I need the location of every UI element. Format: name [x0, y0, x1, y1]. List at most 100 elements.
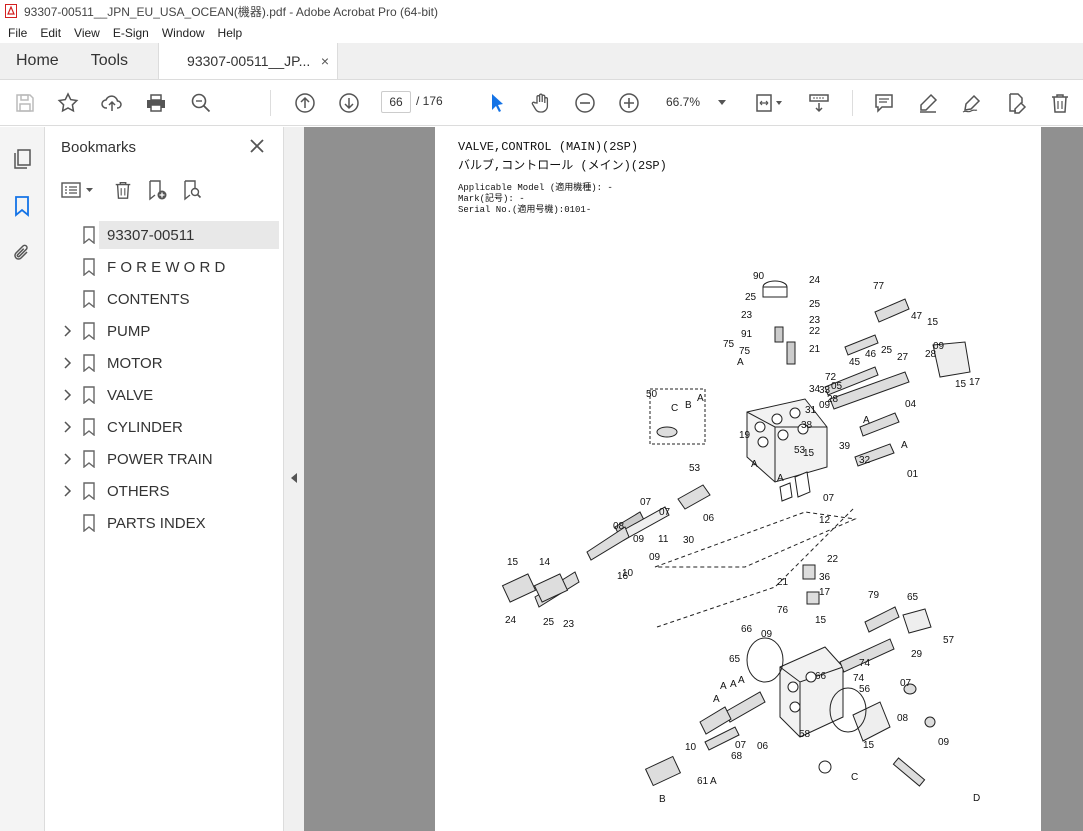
part-callout-number: 06: [757, 741, 769, 752]
highlight-pen-icon[interactable]: [915, 90, 941, 116]
menu-bar: File Edit View E-Sign Window Help: [0, 22, 1083, 43]
bookmark-label: MOTOR: [107, 354, 163, 372]
bookmark-options-icon[interactable]: [59, 177, 97, 203]
bookmark-icon: [77, 226, 101, 244]
tab-home[interactable]: Home: [0, 43, 75, 79]
comment-icon[interactable]: [871, 90, 897, 116]
chevron-right-icon[interactable]: [59, 421, 77, 433]
document-viewer[interactable]: VALVE,CONTROL (MAIN)(2SP) バルブ,コントロール (メイ…: [304, 127, 1083, 831]
bookmark-label: PARTS INDEX: [107, 514, 206, 532]
chevron-right-icon[interactable]: [59, 453, 77, 465]
part-callout-number: D: [973, 793, 980, 804]
bookmark-label: POWER TRAIN: [107, 450, 213, 468]
hand-tool-icon[interactable]: [528, 90, 554, 116]
delete-bookmark-icon[interactable]: [111, 177, 135, 203]
part-callout-number: 09: [819, 400, 831, 411]
collapse-panel-handle[interactable]: [284, 127, 304, 831]
part-callout-number: 23: [809, 315, 821, 326]
zoom-in-icon[interactable]: [616, 90, 642, 116]
part-callout-number: 09: [761, 629, 773, 640]
next-page-icon[interactable]: [336, 90, 362, 116]
part-callout-number: 58: [799, 729, 811, 740]
menu-view[interactable]: View: [66, 26, 105, 40]
part-callout-number: A: [737, 357, 744, 368]
menu-window[interactable]: Window: [154, 26, 210, 40]
page-thumbnails-icon[interactable]: [10, 147, 34, 171]
part-callout-number: 50: [646, 389, 658, 400]
part-callout-number: 25: [745, 292, 757, 303]
tab-tools[interactable]: Tools: [75, 43, 144, 79]
attachments-paperclip-icon[interactable]: [10, 241, 34, 265]
chevron-right-icon[interactable]: [59, 485, 77, 497]
bookmark-item[interactable]: F O R E W O R D: [59, 253, 279, 281]
part-callout-number: 65: [729, 654, 741, 665]
sign-pen-icon[interactable]: [959, 90, 985, 116]
part-callout-number: 22: [809, 326, 821, 337]
toolbar-divider: [270, 90, 271, 116]
zoom-level-select[interactable]: 66.7%: [662, 91, 730, 113]
part-callout-number: 09: [649, 552, 661, 563]
part-callout-number: 53: [794, 445, 806, 456]
bookmark-label: PUMP: [107, 322, 151, 340]
bookmark-item[interactable]: PARTS INDEX: [59, 509, 279, 537]
zoom-search-icon[interactable]: [188, 90, 214, 116]
chevron-right-icon[interactable]: [59, 389, 77, 401]
tab-document[interactable]: 93307-00511__JP... ×: [158, 43, 339, 79]
window-title: 93307-00511__JPN_EU_USA_OCEAN(機器).pdf - …: [24, 4, 438, 19]
bookmark-item[interactable]: VALVE: [59, 381, 279, 409]
left-navigation-rail: [0, 127, 45, 831]
menu-esign[interactable]: E-Sign: [105, 26, 154, 40]
title-bar: 93307-00511__JPN_EU_USA_OCEAN(機器).pdf - …: [0, 0, 1083, 22]
part-callout-number: 21: [777, 577, 789, 588]
page-number-input[interactable]: 66: [381, 91, 411, 113]
part-callout-number: 25: [881, 345, 893, 356]
bookmark-icon: [77, 450, 101, 468]
previous-page-icon[interactable]: [292, 90, 318, 116]
new-bookmark-icon[interactable]: [144, 177, 170, 203]
exploded-parts-diagram: 90 24252523 2391 22217747157575 464525270972…: [501, 271, 981, 805]
tab-close-icon[interactable]: ×: [321, 53, 329, 69]
part-callout-number: 09: [633, 534, 645, 545]
part-callout-number: 17: [969, 377, 981, 388]
save-icon[interactable]: [12, 90, 38, 116]
edit-pdf-icon[interactable]: [1003, 90, 1029, 116]
part-callout-number: 90: [753, 271, 765, 282]
bookmark-item[interactable]: PUMP: [59, 317, 279, 345]
part-callout-number: 39: [839, 441, 851, 452]
part-callout-number: 38: [801, 420, 813, 431]
pdf-page: VALVE,CONTROL (MAIN)(2SP) バルブ,コントロール (メイ…: [435, 127, 1041, 831]
part-callout-number: C: [851, 772, 858, 783]
zoom-out-icon[interactable]: [572, 90, 598, 116]
part-callout-number: 14: [539, 557, 551, 568]
menu-help[interactable]: Help: [210, 26, 248, 40]
part-callout-number: 07: [640, 497, 652, 508]
part-callout-number: 75: [723, 339, 735, 350]
bookmark-item[interactable]: OTHERS: [59, 477, 279, 505]
bookmark-item[interactable]: 93307-00511: [59, 221, 279, 249]
menu-file[interactable]: File: [0, 26, 32, 40]
close-panel-icon[interactable]: [247, 136, 267, 156]
star-bookmark-icon[interactable]: [55, 90, 81, 116]
page-fit-icon[interactable]: [752, 90, 786, 116]
chevron-right-icon[interactable]: [59, 325, 77, 337]
select-cursor-icon[interactable]: [484, 90, 510, 116]
bookmark-label: 93307-00511: [107, 226, 195, 244]
part-callout-number: 15: [863, 740, 875, 751]
part-callout-number: A: [751, 459, 758, 470]
part-callout-number: 21: [809, 344, 821, 355]
chevron-right-icon[interactable]: [59, 357, 77, 369]
bookmark-item[interactable]: CONTENTS: [59, 285, 279, 313]
bookmark-item[interactable]: MOTOR: [59, 349, 279, 377]
delete-trash-icon[interactable]: [1047, 90, 1073, 116]
part-callout-number: 61: [697, 776, 709, 787]
bookmark-item[interactable]: POWER TRAIN: [59, 445, 279, 473]
scrolling-mode-icon[interactable]: [806, 90, 832, 116]
bookmark-item[interactable]: CYLINDER: [59, 413, 279, 441]
find-bookmark-icon[interactable]: [179, 177, 205, 203]
part-callout-number: 08: [897, 713, 909, 724]
bookmark-label: VALVE: [107, 386, 154, 404]
upload-share-icon[interactable]: [99, 90, 125, 116]
bookmarks-panel-icon[interactable]: [10, 194, 34, 218]
menu-edit[interactable]: Edit: [32, 26, 66, 40]
print-icon[interactable]: [143, 90, 169, 116]
